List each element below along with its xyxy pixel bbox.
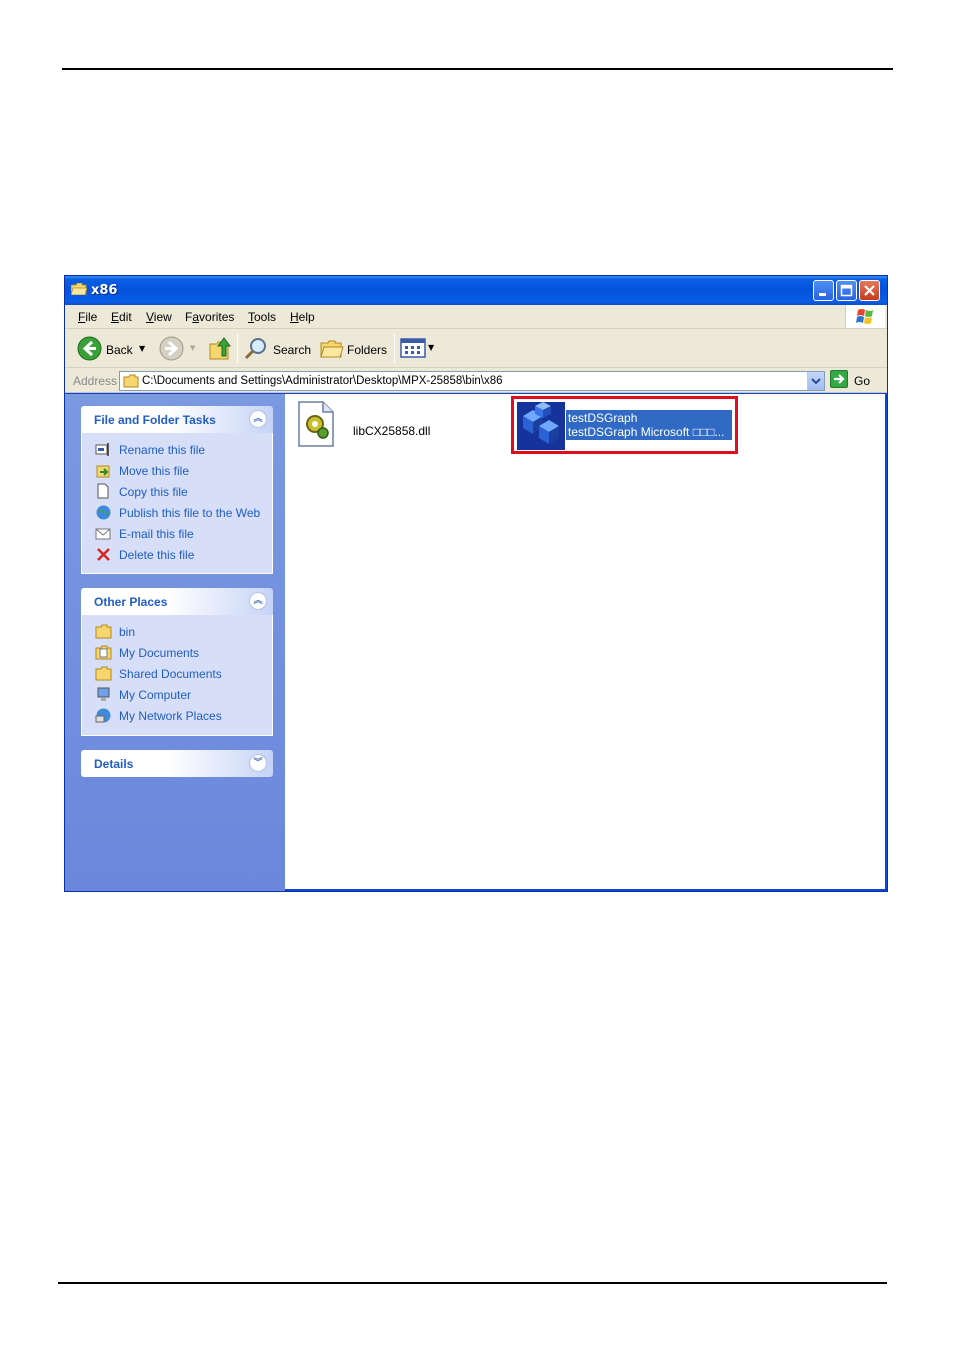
folder-icon <box>95 666 112 681</box>
views-dropdown-icon[interactable]: ▼ <box>428 343 434 352</box>
file-name: libCX25858.dll <box>353 424 431 438</box>
task-label: E-mail this file <box>119 527 194 541</box>
maximize-icon <box>840 284 853 297</box>
place-label: My Computer <box>119 688 192 702</box>
back-button[interactable]: Back ▼ <box>77 336 149 362</box>
file-folder-tasks-panel: File and Folder Tasks ︽ Rename this file… <box>81 406 273 574</box>
move-icon <box>96 465 110 478</box>
place-label: bin <box>119 625 136 639</box>
delete-icon <box>97 548 110 561</box>
menu-view[interactable]: View <box>146 310 172 324</box>
forward-arrow-icon <box>159 336 184 361</box>
toolbar: Back ▼ ▼ Search Folders ▼ <box>65 329 887 368</box>
page-top-rule <box>62 68 893 70</box>
toolbar-separator <box>394 334 395 363</box>
back-label: Back <box>106 343 133 357</box>
file-description: testDSGraph Microsoft □□□... <box>568 425 725 439</box>
other-places-panel: Other Places ︽ bin My Documents Shared D… <box>81 588 273 736</box>
network-places-icon <box>95 708 111 723</box>
place-label: Shared Documents <box>119 667 222 681</box>
address-input[interactable]: C:\Documents and Settings\Administrator\… <box>119 371 825 391</box>
explorer-window: x86 File Edit View Favorites Tools Help <box>64 275 888 892</box>
expand-chevron-icon[interactable]: ︾ <box>249 754 267 772</box>
app-cubes-icon <box>517 402 565 450</box>
menu-bar: File Edit View Favorites Tools Help <box>65 305 887 329</box>
task-label: Publish this file to the Web <box>119 506 261 520</box>
search-button[interactable]: Search <box>244 336 312 362</box>
rename-icon <box>95 443 109 456</box>
place-label: My Network Places <box>119 709 222 723</box>
close-button[interactable] <box>859 280 880 301</box>
file-item-dll[interactable]: libCX25858.dll <box>295 400 445 452</box>
other-places-header[interactable]: Other Places ︽ <box>81 588 273 615</box>
toolbar-separator <box>237 334 238 363</box>
menu-tools[interactable]: Tools <box>248 310 276 324</box>
folder-icon <box>123 374 139 388</box>
chevron-down-icon <box>811 378 821 385</box>
publish-web-icon <box>96 505 111 520</box>
go-arrow-icon <box>834 374 845 384</box>
task-label: Copy this file <box>119 485 188 499</box>
minimize-button[interactable] <box>813 280 834 301</box>
folders-label: Folders <box>347 343 388 357</box>
go-button[interactable] <box>830 370 848 388</box>
address-bar: Address C:\Documents and Settings\Admini… <box>65 368 887 393</box>
panel-title: File and Folder Tasks <box>94 413 216 427</box>
task-label: Rename this file <box>119 443 206 457</box>
collapse-chevron-icon[interactable]: ︽ <box>249 592 267 610</box>
file-name: testDSGraph <box>568 411 638 425</box>
menu-file[interactable]: File <box>78 310 97 324</box>
minimize-icon <box>819 293 826 296</box>
collapse-chevron-icon[interactable]: ︽ <box>249 410 267 428</box>
forward-button[interactable]: ▼ <box>159 336 199 362</box>
dll-gear-icon <box>298 401 334 447</box>
task-label: Move this file <box>119 464 190 478</box>
folders-button[interactable]: Folders <box>319 336 389 362</box>
email-icon <box>95 528 111 540</box>
panel-title: Details <box>94 757 134 771</box>
other-places-body: bin My Documents Shared Documents My Com… <box>81 615 273 736</box>
file-selection-highlight: testDSGraph testDSGraph Microsoft □□□... <box>566 410 732 440</box>
my-documents-icon <box>95 645 112 660</box>
file-folder-tasks-body: Rename this file Move this file Copy thi… <box>81 433 273 574</box>
views-icon <box>400 338 426 358</box>
close-icon <box>864 285 875 296</box>
details-header[interactable]: Details ︾ <box>81 750 273 777</box>
folders-icon <box>320 340 344 358</box>
panel-title: Other Places <box>94 595 168 609</box>
folder-icon <box>95 624 112 639</box>
menu-help[interactable]: Help <box>290 310 315 324</box>
views-button[interactable]: ▼ <box>400 337 438 361</box>
details-panel: Details ︾ <box>81 750 273 777</box>
page-bottom-rule <box>58 1282 887 1284</box>
windows-flag-icon <box>856 309 873 324</box>
address-value: C:\Documents and Settings\Administrator\… <box>142 375 503 387</box>
search-label: Search <box>273 343 312 357</box>
go-label[interactable]: Go <box>854 374 870 388</box>
address-dropdown-button[interactable] <box>807 372 824 390</box>
file-item-testdsgraph[interactable]: testDSGraph testDSGraph Microsoft □□□... <box>511 396 738 454</box>
up-folder-icon[interactable] <box>208 336 232 362</box>
place-label: My Documents <box>119 646 200 660</box>
file-list: libCX25858.dll testDSGraph testDSGraph M… <box>285 394 885 889</box>
forward-dropdown-icon[interactable]: ▼ <box>190 344 195 352</box>
title-bar[interactable]: x86 <box>65 276 887 305</box>
file-folder-tasks-header[interactable]: File and Folder Tasks ︽ <box>81 406 273 433</box>
menu-edit[interactable]: Edit <box>111 310 132 324</box>
window-title: x86 <box>91 283 118 298</box>
address-label: Address <box>73 374 118 388</box>
copy-icon <box>97 483 109 499</box>
back-arrow-icon <box>77 336 102 361</box>
windows-logo <box>845 305 885 328</box>
menu-file-rest: ile <box>85 310 98 324</box>
task-label: Delete this file <box>119 548 195 562</box>
my-computer-icon <box>97 687 110 701</box>
maximize-button[interactable] <box>836 280 857 301</box>
task-pane: File and Folder Tasks ︽ Rename this file… <box>65 394 285 891</box>
back-dropdown-icon[interactable]: ▼ <box>139 344 145 353</box>
menu-favorites[interactable]: Favorites <box>185 310 234 324</box>
search-icon <box>244 338 266 360</box>
folder-open-icon <box>71 283 87 295</box>
